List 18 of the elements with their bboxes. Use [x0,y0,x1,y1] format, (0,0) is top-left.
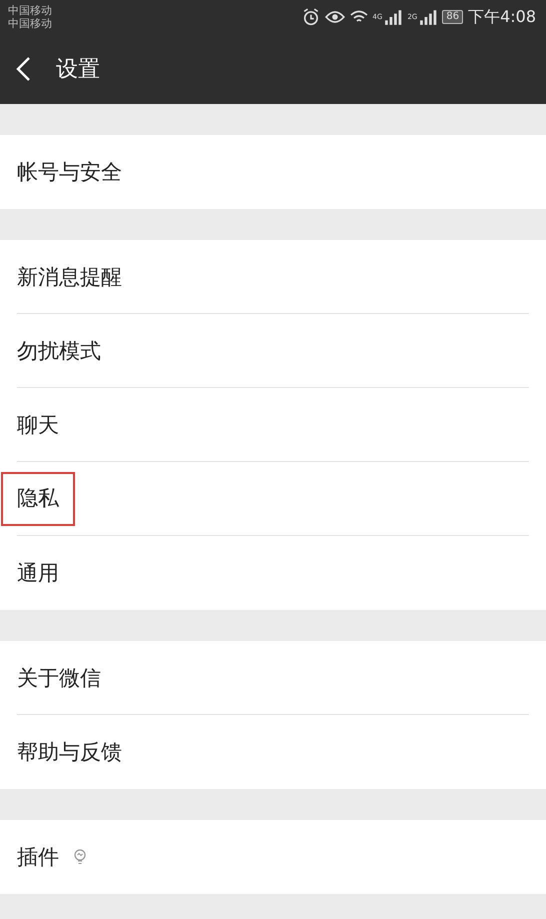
settings-item[interactable]: 帐号与安全 [17,158,122,186]
settings-item[interactable]: 新消息提醒 [17,262,122,290]
battery-level: 86 [442,10,464,24]
carrier-name: 中国移动 [8,17,52,30]
settings-item[interactable]: 勿扰模式 [17,336,101,364]
carrier-name: 中国移动 [8,4,52,17]
settings-item[interactable]: 隐私 [3,474,73,524]
signal-icon [384,8,402,26]
settings-item[interactable]: 帮助与反馈 [17,738,122,766]
page-title: 设置 [56,56,100,84]
eye-icon [324,8,345,26]
alarm-icon [302,8,320,26]
settings-item[interactable]: 聊天 [17,410,59,438]
signal-icon [419,8,438,26]
settings-item[interactable]: 插件 [17,843,59,871]
settings-item[interactable]: 关于微信 [17,664,101,692]
settings-item[interactable]: 通用 [17,559,59,587]
status-time: 下午4:08 [468,6,536,28]
